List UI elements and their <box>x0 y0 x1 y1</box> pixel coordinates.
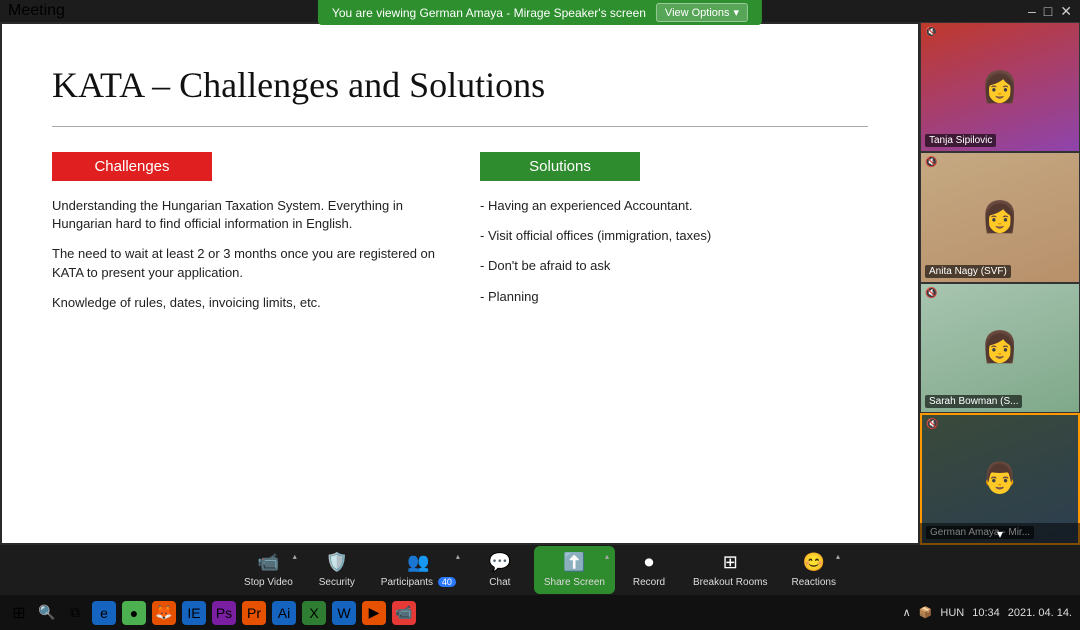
participant-video-1: 👩 <box>921 23 1079 151</box>
close-button[interactable]: ✕ <box>1060 3 1072 20</box>
participant-video-2: 👩 <box>921 153 1079 281</box>
mute-icon-2: 🔇 <box>925 157 937 168</box>
solution-item-2: Visit official offices (immigration, tax… <box>480 227 868 245</box>
dropbox-icon: 📦 <box>919 606 933 619</box>
share-screen-caret[interactable]: ▴ <box>605 552 609 561</box>
reactions-button[interactable]: ▴ 😊 Reactions <box>781 546 845 594</box>
chat-label: Chat <box>489 577 510 588</box>
excel-icon[interactable]: X <box>302 601 326 625</box>
breakout-rooms-icon: ⊞ <box>723 552 738 573</box>
participants-button[interactable]: ▴ 👥 Participants 40 <box>371 546 466 594</box>
mute-icon-4: 🔇 <box>926 419 938 430</box>
titlebar-title: Meeting <box>8 2 65 20</box>
slide-columns: Challenges Understanding the Hungarian T… <box>52 152 868 324</box>
toolbar-buttons: ▴ 📹 Stop Video 🛡️ Security ▴ 👥 Participa… <box>0 545 1080 595</box>
camera-icon: 📹 <box>257 552 279 573</box>
chat-button[interactable]: 💬 Chat <box>470 546 530 594</box>
task-view-button[interactable]: ⧉ <box>64 602 86 624</box>
share-screen-label: Share Screen <box>544 577 605 588</box>
challenge-item-2: The need to wait at least 2 or 3 months … <box>52 245 440 281</box>
camera-button[interactable]: ▴ 📹 Stop Video <box>234 546 303 594</box>
system-tray: ∧ <box>903 606 911 619</box>
slide-area: KATA – Challenges and Solutions Challeng… <box>0 22 920 545</box>
camera-caret[interactable]: ▴ <box>293 552 297 561</box>
reactions-label: Reactions <box>791 577 835 588</box>
challenge-item-3: Knowledge of rules, dates, invoicing lim… <box>52 294 440 312</box>
share-screen-button[interactable]: ▴ ⬆️ Share Screen <box>534 546 615 594</box>
participant-tile-2[interactable]: 👩 🔇 Anita Nagy (SVF) <box>920 152 1080 282</box>
view-options-button[interactable]: View Options ▾ <box>656 3 748 22</box>
challenges-header: Challenges <box>52 152 212 181</box>
participant-tile-1[interactable]: 👩 🔇 Tanja Sipilovic <box>920 22 1080 152</box>
mute-icon-1: 🔇 <box>925 27 937 38</box>
taskbar: ⊞ 🔍 ⧉ e ● 🦊 IE Ps Pr Ai X W ▶ 📹 ∧ 📦 HUN … <box>0 595 1080 630</box>
breakout-rooms-button[interactable]: ⊞ Breakout Rooms <box>683 546 777 594</box>
mute-icon-3: 🔇 <box>925 288 937 299</box>
participant-tile-3[interactable]: 👩 🔇 Sarah Bowman (S... <box>920 283 1080 413</box>
edge-icon[interactable]: e <box>92 601 116 625</box>
participant-name-3: Sarah Bowman (S... <box>925 395 1022 408</box>
ps-icon[interactable]: Ps <box>212 601 236 625</box>
minimize-button[interactable]: – <box>1028 3 1036 20</box>
slide-divider <box>52 126 868 127</box>
challenges-list: Understanding the Hungarian Taxation Sys… <box>52 197 440 312</box>
participants-sidebar: 👩 🔇 Tanja Sipilovic 👩 🔇 Anita Nagy (SVF)… <box>920 22 1080 545</box>
security-icon: 🛡️ <box>326 552 348 573</box>
maximize-button[interactable]: □ <box>1044 3 1052 20</box>
vlc-icon[interactable]: ▶ <box>362 601 386 625</box>
record-icon: ⏺ <box>645 552 654 573</box>
breakout-rooms-label: Breakout Rooms <box>693 577 767 588</box>
chrome-icon[interactable]: ● <box>122 601 146 625</box>
challenges-column: Challenges Understanding the Hungarian T… <box>52 152 440 324</box>
pr-icon[interactable]: Pr <box>242 601 266 625</box>
solutions-list: Having an experienced Accountant. Visit … <box>480 197 868 306</box>
record-button[interactable]: ⏺ Record <box>619 546 679 594</box>
participants-count-badge: 40 <box>438 577 456 587</box>
ai-icon[interactable]: Ai <box>272 601 296 625</box>
solution-item-4: Planning <box>480 288 868 306</box>
firefox-icon[interactable]: 🦊 <box>152 601 176 625</box>
ie-icon[interactable]: IE <box>182 601 206 625</box>
security-label: Security <box>319 577 355 588</box>
slide-content: KATA – Challenges and Solutions Challeng… <box>2 24 918 543</box>
main-area: KATA – Challenges and Solutions Challeng… <box>0 22 1080 545</box>
titlebar-controls: – □ ✕ <box>1028 3 1072 20</box>
solution-item-3: Don't be afraid to ask <box>480 257 868 275</box>
share-screen-icon: ⬆️ <box>563 552 585 573</box>
chat-icon: 💬 <box>489 552 511 573</box>
solutions-header: Solutions <box>480 152 640 181</box>
reactions-caret[interactable]: ▴ <box>836 552 840 561</box>
participants-caret[interactable]: ▴ <box>456 552 460 561</box>
toolbar: ▴ 📹 Stop Video 🛡️ Security ▴ 👥 Participa… <box>0 545 1080 630</box>
reactions-icon: 😊 <box>803 552 825 573</box>
participants-label: Participants 40 <box>381 577 456 588</box>
solutions-column: Solutions Having an experienced Accounta… <box>480 152 868 324</box>
stop-video-label: Stop Video <box>244 577 293 588</box>
participant-name-1: Tanja Sipilovic <box>925 134 996 147</box>
date: 2021. 04. 14. <box>1008 607 1072 619</box>
speaker-banner: You are viewing German Amaya - Mirage Sp… <box>318 0 762 25</box>
security-button[interactable]: 🛡️ Security <box>307 546 367 594</box>
participant-video-3: 👩 <box>921 284 1079 412</box>
challenge-item-1: Understanding the Hungarian Taxation Sys… <box>52 197 440 233</box>
search-button[interactable]: 🔍 <box>36 602 58 624</box>
taskbar-right: ∧ 📦 HUN 10:34 2021. 04. 14. <box>903 606 1072 619</box>
windows-start-button[interactable]: ⊞ <box>8 602 30 624</box>
participants-icon: 👥 <box>407 552 429 573</box>
solution-item-1: Having an experienced Accountant. <box>480 197 868 215</box>
scroll-down-button[interactable]: ▾ <box>920 523 1080 545</box>
banner-text: You are viewing German Amaya - Mirage Sp… <box>332 6 646 20</box>
record-label: Record <box>633 577 665 588</box>
word-icon[interactable]: W <box>332 601 356 625</box>
zoom-icon[interactable]: 📹 <box>392 601 416 625</box>
participant-name-2: Anita Nagy (SVF) <box>925 265 1011 278</box>
lang-indicator: HUN <box>940 607 964 619</box>
slide-title: KATA – Challenges and Solutions <box>52 64 868 106</box>
clock: 10:34 <box>972 607 1000 619</box>
